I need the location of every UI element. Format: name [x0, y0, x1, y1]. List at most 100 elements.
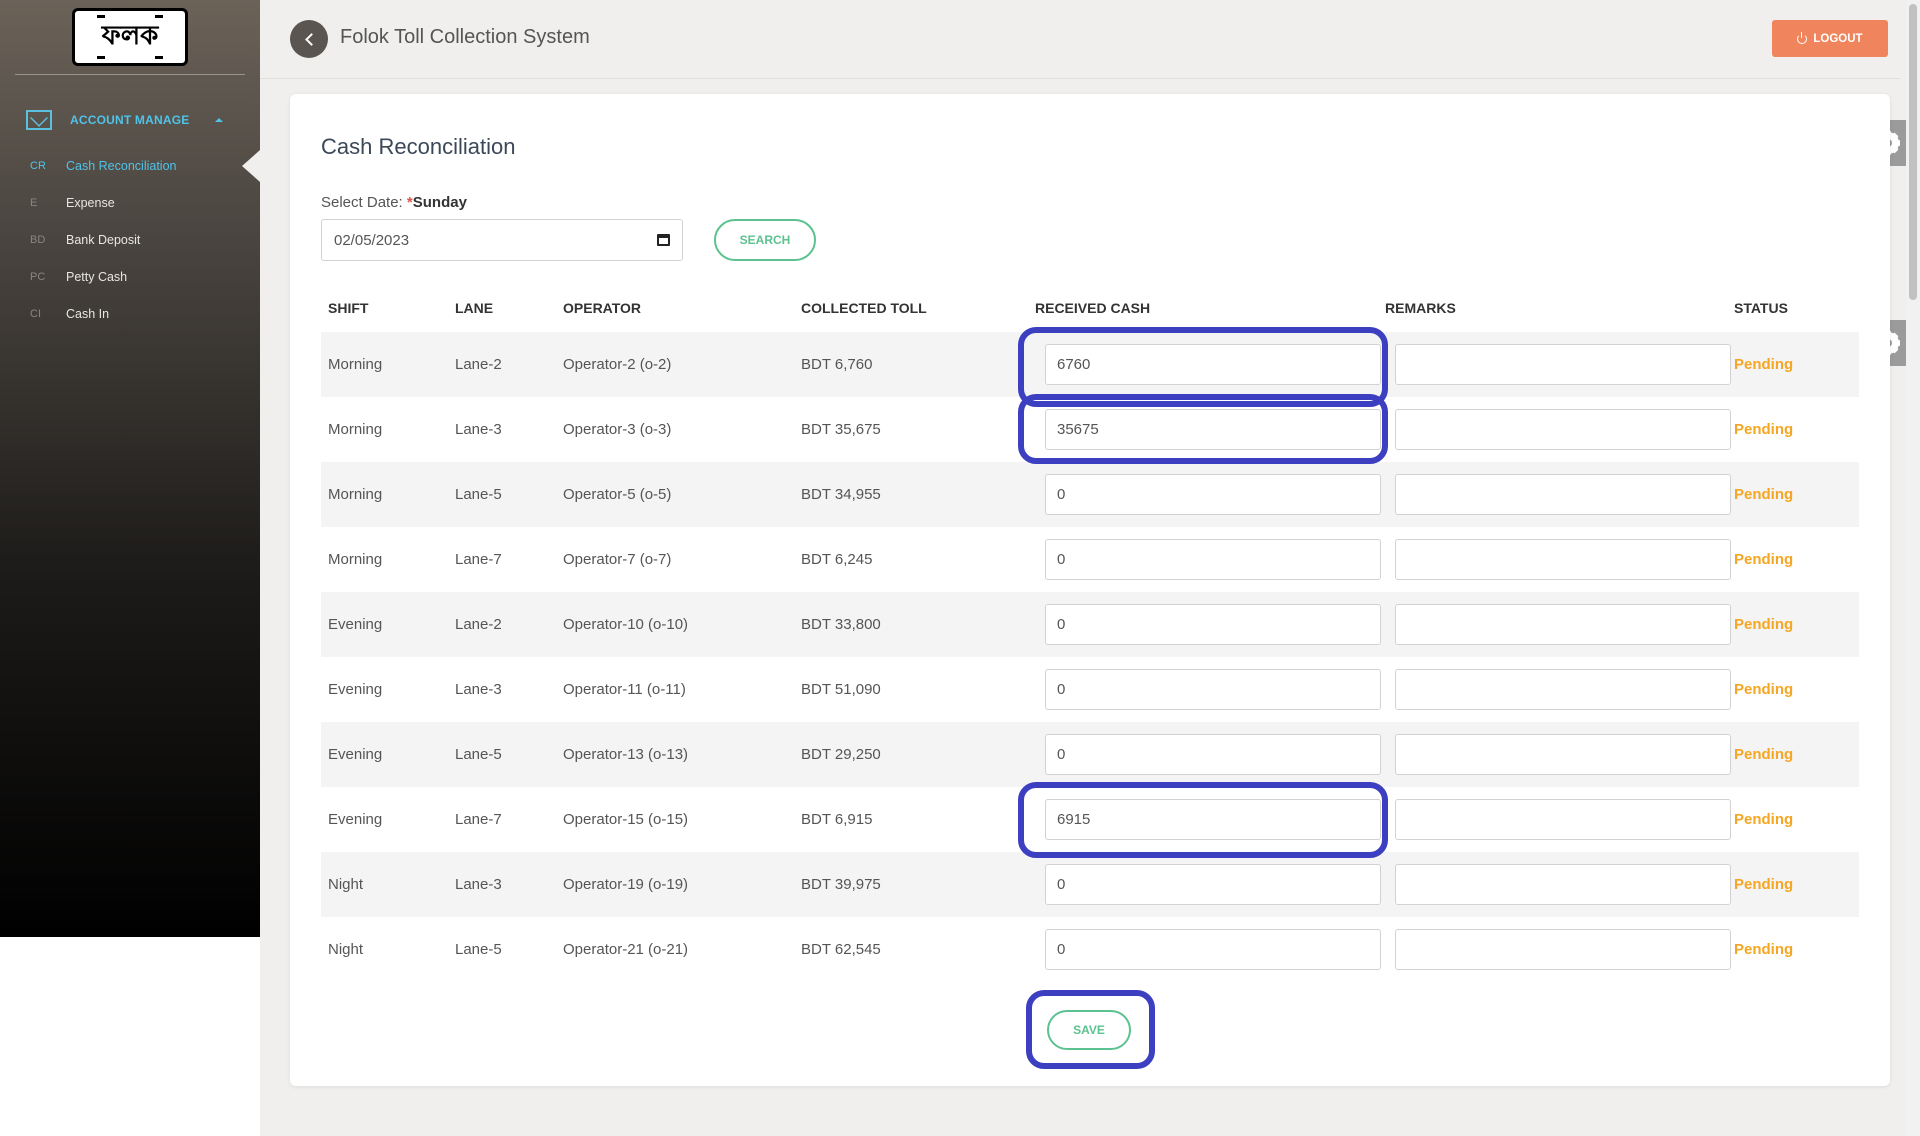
- cell-collected-toll: BDT 33,800: [801, 616, 881, 633]
- received-cash-input[interactable]: 0: [1045, 734, 1381, 775]
- sidebar-item-label: Petty Cash: [66, 270, 128, 284]
- cell-shift: Morning: [328, 551, 383, 568]
- power-icon: [1797, 31, 1808, 44]
- remarks-input[interactable]: [1395, 799, 1731, 840]
- received-cash-input[interactable]: 0: [1045, 604, 1381, 645]
- cell-collected-toll: BDT 39,975: [801, 876, 881, 893]
- scrollbar-thumb[interactable]: [1909, 4, 1917, 300]
- envelope-icon: [26, 110, 52, 130]
- calendar-icon[interactable]: [657, 234, 670, 246]
- cell-collected-toll: BDT 35,675: [801, 421, 881, 438]
- cell-lane: Lane-2: [455, 356, 502, 373]
- remarks-input[interactable]: [1395, 539, 1731, 580]
- remarks-input[interactable]: [1395, 864, 1731, 905]
- cell-lane: Lane-3: [455, 681, 502, 698]
- sidebar-item-cash-reconciliation[interactable]: CR Cash Reconciliation: [0, 150, 260, 182]
- remarks-input[interactable]: [1395, 409, 1731, 450]
- sidebar-section-account-manage[interactable]: ACCOUNT MANAGE: [26, 108, 236, 132]
- status-badge: Pending: [1734, 356, 1794, 373]
- table-row: Evening Lane-2 Operator-10 (o-10) BDT 33,80…: [321, 592, 1859, 657]
- sidebar-item-label: Bank Deposit: [66, 233, 141, 247]
- app-title: Folok Toll Collection System: [340, 26, 590, 48]
- cell-shift: Evening: [328, 811, 383, 828]
- table-row: Night Lane-3 Operator-19 (o-19) BDT 39,975 0…: [321, 852, 1859, 917]
- logout-label: LOGOUT: [1813, 32, 1863, 45]
- remarks-input[interactable]: [1395, 474, 1731, 515]
- cell-operator: Operator-7 (o-7): [563, 551, 672, 568]
- header-status: STATUS: [1734, 300, 1788, 316]
- status-badge: Pending: [1734, 681, 1794, 698]
- remarks-input[interactable]: [1395, 669, 1731, 710]
- received-cash-input[interactable]: 0: [1045, 669, 1381, 710]
- header-remarks: REMARKS: [1385, 300, 1456, 316]
- cell-operator: Operator-2 (o-2): [563, 356, 672, 373]
- cell-collected-toll: BDT 6,915: [801, 811, 873, 828]
- remarks-input[interactable]: [1395, 344, 1731, 385]
- cell-lane: Lane-3: [455, 421, 502, 438]
- header-operator: OPERATOR: [563, 300, 642, 316]
- table-row: Morning Lane-3 Operator-3 (o-3) BDT 35,675 3…: [321, 397, 1859, 462]
- sidebar-item-petty-cash[interactable]: PC Petty Cash: [0, 263, 260, 291]
- date-input[interactable]: 02/05/2023: [321, 219, 683, 261]
- status-badge: Pending: [1734, 811, 1794, 828]
- status-badge: Pending: [1734, 616, 1794, 633]
- cell-shift: Night: [328, 941, 364, 958]
- scrollbar[interactable]: [1906, 0, 1920, 1136]
- cell-shift: Evening: [328, 616, 383, 633]
- back-button[interactable]: [290, 20, 328, 58]
- status-badge: Pending: [1734, 421, 1794, 438]
- status-badge: Pending: [1734, 876, 1794, 893]
- received-cash-input[interactable]: 6915: [1045, 799, 1381, 840]
- received-cash-input[interactable]: 35675: [1045, 409, 1381, 450]
- remarks-input[interactable]: [1395, 604, 1731, 645]
- cell-collected-toll: BDT 34,955: [801, 486, 881, 503]
- status-badge: Pending: [1734, 746, 1794, 763]
- logout-button[interactable]: LOGOUT: [1772, 20, 1888, 57]
- sidebar-footer-blank: [0, 937, 260, 1136]
- cell-lane: Lane-3: [455, 876, 502, 893]
- sidebar-item-label: Cash In: [66, 307, 110, 321]
- caret-up-icon: [215, 118, 224, 122]
- date-label: Select Date: *Sunday: [321, 194, 467, 211]
- cell-shift: Night: [328, 876, 364, 893]
- sidebar-section-label: ACCOUNT MANAGE: [70, 113, 190, 127]
- logo: ফলক: [72, 8, 188, 66]
- sidebar-item-bank-deposit[interactable]: BD Bank Deposit: [0, 226, 260, 254]
- sidebar-item-expense[interactable]: E Expense: [0, 189, 260, 217]
- remarks-input[interactable]: [1395, 734, 1731, 775]
- date-value: 02/05/2023: [334, 231, 410, 249]
- cell-shift: Morning: [328, 356, 383, 373]
- sidebar-divider: [15, 74, 245, 75]
- received-cash-input[interactable]: 0: [1045, 929, 1381, 970]
- search-button[interactable]: SEARCH: [714, 219, 816, 261]
- save-button[interactable]: SAVE: [1047, 1010, 1131, 1050]
- received-cash-input[interactable]: 6760: [1045, 344, 1381, 385]
- received-cash-input[interactable]: 0: [1045, 864, 1381, 905]
- cell-operator: Operator-10 (o-10): [563, 616, 689, 633]
- day-name: Sunday: [412, 194, 467, 211]
- chevron-left-icon: [304, 32, 318, 46]
- sidebar: ফলক ACCOUNT MANAGE CR Cash Reconciliatio…: [0, 0, 260, 937]
- remarks-input[interactable]: [1395, 929, 1731, 970]
- header-received-cash: RECEIVED CASH: [1035, 300, 1151, 316]
- header-shift: SHIFT: [328, 300, 369, 316]
- cell-lane: Lane-5: [455, 746, 502, 763]
- cell-collected-toll: BDT 6,760: [801, 356, 873, 373]
- received-cash-input[interactable]: 0: [1045, 474, 1381, 515]
- cell-lane: Lane-7: [455, 811, 502, 828]
- cell-collected-toll: BDT 6,245: [801, 551, 873, 568]
- cell-operator: Operator-11 (o-11): [563, 681, 686, 698]
- header-collected-toll: COLLECTED TOLL: [801, 300, 927, 316]
- cell-operator: Operator-5 (o-5): [563, 486, 672, 503]
- sidebar-item-abbr: CI: [30, 308, 41, 320]
- cell-lane: Lane-2: [455, 616, 502, 633]
- logo-text: ফলক: [101, 21, 159, 51]
- received-cash-input[interactable]: 0: [1045, 539, 1381, 580]
- status-badge: Pending: [1734, 486, 1794, 503]
- cell-lane: Lane-5: [455, 941, 502, 958]
- page-title: Cash Reconciliation: [321, 134, 516, 159]
- sidebar-item-cash-in[interactable]: CI Cash In: [0, 300, 260, 328]
- cell-collected-toll: BDT 51,090: [801, 681, 881, 698]
- cell-operator: Operator-19 (o-19): [563, 876, 689, 893]
- sidebar-item-abbr: CR: [30, 160, 46, 172]
